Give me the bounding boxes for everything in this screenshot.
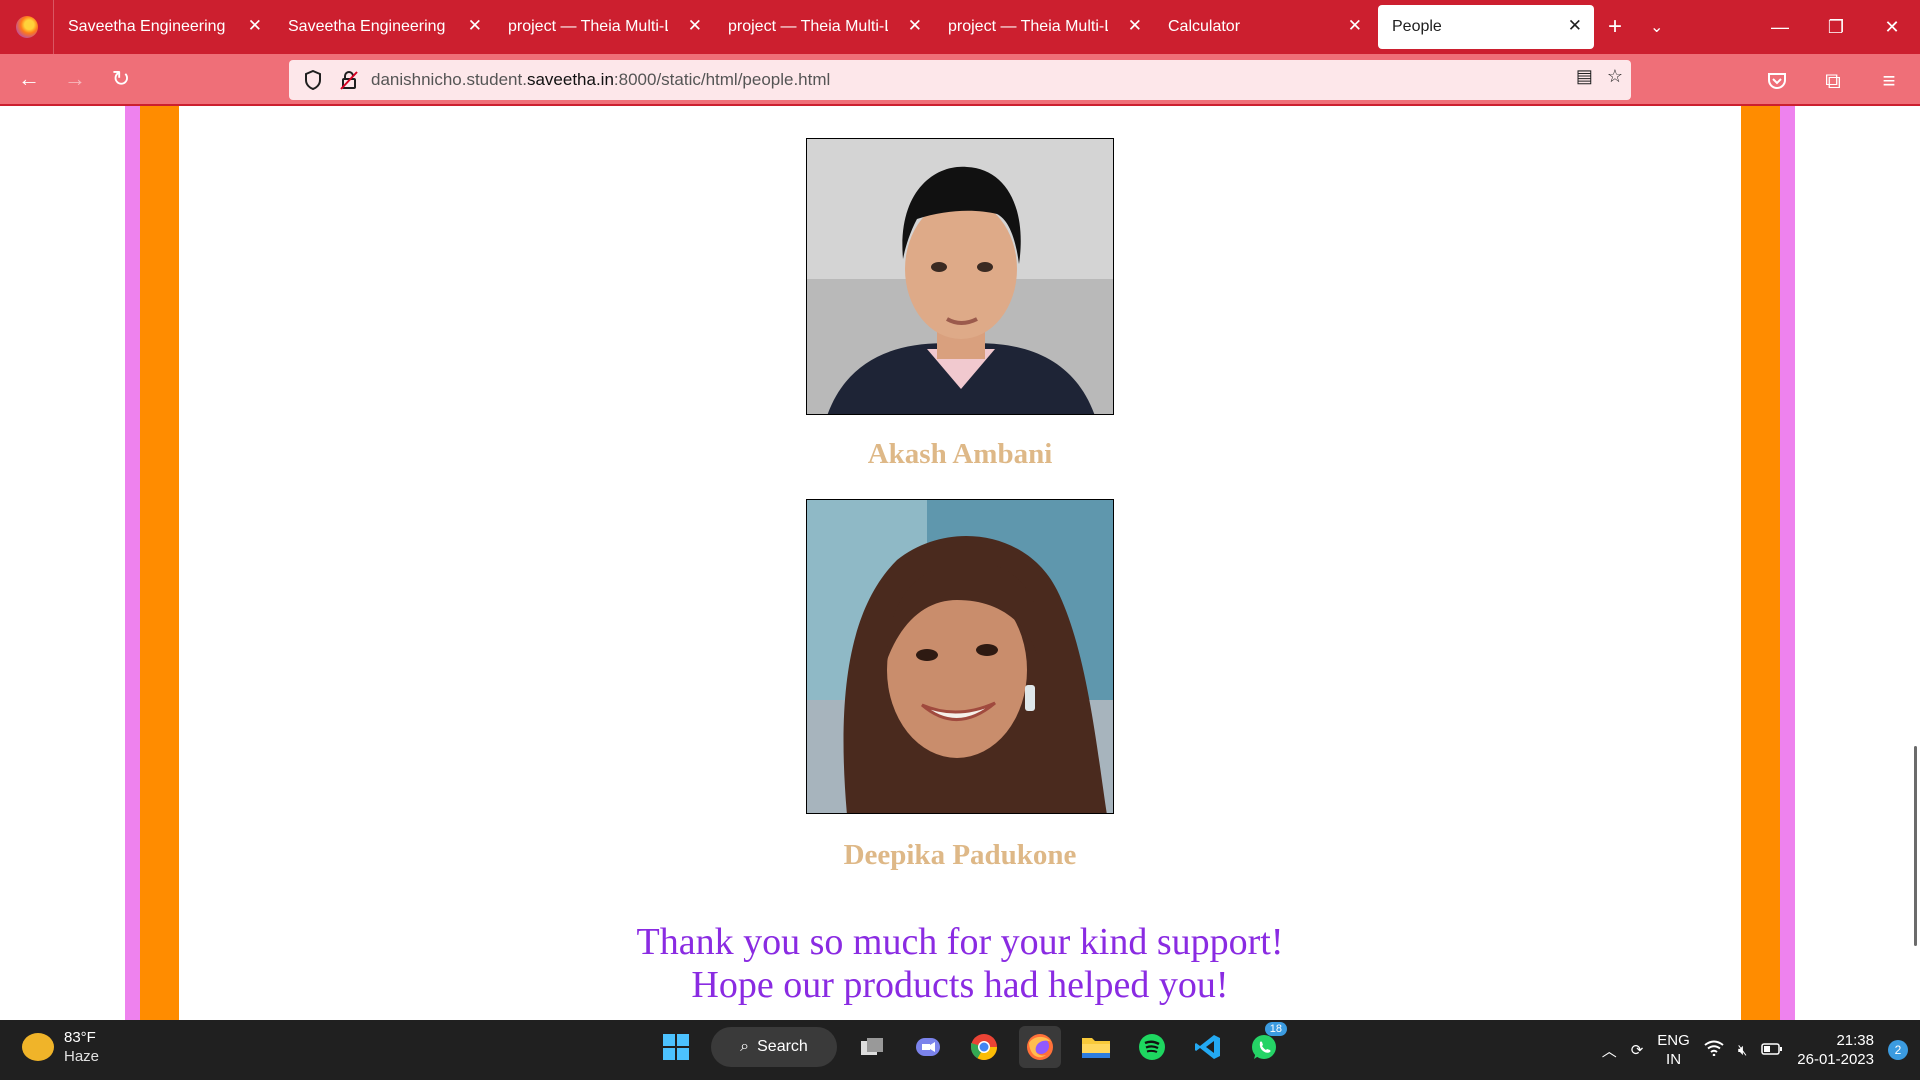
close-tab-icon[interactable]: ✕ (908, 16, 922, 36)
sync-icon[interactable]: ⟳ (1631, 1041, 1644, 1059)
back-icon[interactable]: ← (6, 56, 52, 102)
bookmark-star-icon[interactable]: ☆ (1607, 66, 1623, 87)
left-orange-border (140, 106, 179, 1020)
tab-title: project — Theia Multi-Language (948, 18, 1108, 35)
tab-title: People (1392, 18, 1442, 35)
chrome-icon[interactable] (963, 1026, 1005, 1068)
menu-icon[interactable]: ≡ (1866, 58, 1912, 104)
list-all-tabs-icon[interactable]: ⌄ (1650, 17, 1663, 37)
close-tab-icon[interactable]: ✕ (1568, 16, 1582, 36)
windows-start-icon[interactable] (655, 1026, 697, 1068)
clock-time: 21:38 (1836, 1032, 1874, 1049)
thanks-message-line-2: Hope our products had helped you! (691, 964, 1229, 1006)
tab-title: project — Theia Multi-Language (508, 18, 668, 35)
tab-saveetha-2[interactable]: Saveetha Engineering College ✕ (274, 0, 494, 54)
forward-icon[interactable]: → (52, 56, 98, 102)
whatsapp-unread-badge: 18 (1264, 1022, 1287, 1036)
tab-title: project — Theia Multi-Language (728, 18, 888, 35)
close-tab-icon[interactable]: ✕ (1128, 16, 1142, 36)
weather-condition: Haze (64, 1048, 100, 1065)
battery-icon[interactable] (1761, 1042, 1783, 1059)
url-prefix: danishnicho.student. (371, 70, 527, 89)
tab-title: Saveetha Engineering College (68, 18, 228, 35)
url-domain: saveetha.in (526, 70, 614, 89)
close-tab-icon[interactable]: ✕ (468, 16, 482, 36)
person-photo-deepika-padukone (806, 499, 1114, 814)
tab-strip: Saveetha Engineering College ✕ Saveetha E… (0, 0, 1920, 54)
search-label: Search (757, 1038, 808, 1055)
tab-title: Calculator (1168, 18, 1241, 35)
task-view-icon[interactable] (851, 1026, 893, 1068)
url-text[interactable]: danishnicho.student.saveetha.in:8000/sta… (371, 70, 830, 90)
page-viewport: Akash Ambani Deepika Padukone Thank you … (0, 106, 1920, 1020)
firefox-logo-icon[interactable] (0, 0, 54, 54)
close-window-icon[interactable]: ✕ (1864, 0, 1920, 54)
url-suffix: :8000/static/html/people.html (613, 70, 831, 89)
wifi-icon[interactable] (1704, 1040, 1724, 1060)
haze-weather-icon (22, 1033, 54, 1061)
person-name: Deepika Padukone (843, 839, 1077, 871)
extensions-icon[interactable]: ⧉ (1810, 58, 1856, 104)
reload-icon[interactable]: ↻ (98, 56, 144, 102)
right-violet-border (1780, 106, 1795, 1020)
language-indicator[interactable]: ENG IN (1657, 1031, 1690, 1069)
teams-chat-icon[interactable] (907, 1026, 949, 1068)
vscode-icon[interactable] (1187, 1026, 1229, 1068)
whatsapp-icon[interactable]: 18 (1243, 1022, 1287, 1068)
spotify-icon[interactable] (1131, 1026, 1173, 1068)
system-clock[interactable]: 21:38 26-01-2023 (1797, 1031, 1874, 1069)
vertical-scrollbar[interactable] (1914, 746, 1917, 946)
taskbar-search-button[interactable]: ⌕ Search (711, 1027, 837, 1067)
notification-count-badge[interactable]: 2 (1888, 1040, 1908, 1060)
shield-icon[interactable] (299, 66, 327, 94)
volume-muted-icon[interactable]: 🔇︎ (1738, 1042, 1747, 1059)
search-icon: ⌕ (740, 1038, 750, 1055)
tab-theia-2[interactable]: project — Theia Multi-Language ✕ (714, 0, 934, 54)
right-orange-border (1741, 106, 1780, 1020)
minimize-icon[interactable]: — (1752, 0, 1808, 54)
tab-calculator[interactable]: Calculator ✕ (1154, 0, 1374, 54)
windows-taskbar: 83°F Haze ⌕ Search 18 ︿ ⟳ ENG IN 🔇︎ 21:3… (0, 1020, 1920, 1080)
reader-view-icon[interactable]: ▤ (1576, 66, 1593, 87)
thanks-message-line-1: Thank you so much for your kind support! (636, 921, 1284, 963)
close-tab-icon[interactable]: ✕ (248, 16, 262, 36)
language-region: IN (1666, 1051, 1682, 1068)
tab-people[interactable]: People ✕ (1378, 5, 1594, 49)
firefox-icon[interactable] (1019, 1026, 1061, 1068)
file-explorer-icon[interactable] (1075, 1026, 1117, 1068)
address-bar[interactable]: danishnicho.student.saveetha.in:8000/sta… (289, 60, 1631, 100)
person-name: Akash Ambani (867, 438, 1053, 470)
tab-title: Saveetha Engineering College (288, 18, 448, 35)
person-photo-akash-ambani (806, 138, 1114, 415)
new-tab-icon[interactable]: + (1608, 13, 1622, 41)
language-code: ENG (1657, 1032, 1690, 1049)
tab-theia-1[interactable]: project — Theia Multi-Language ✕ (494, 0, 714, 54)
tab-saveetha-1[interactable]: Saveetha Engineering College ✕ (54, 0, 274, 54)
close-tab-icon[interactable]: ✕ (688, 16, 702, 36)
navigation-toolbar: ← → ↻ danishnicho.student.saveetha.in:80… (0, 54, 1920, 106)
restore-icon[interactable]: ❐ (1808, 0, 1864, 54)
weather-temperature: 83°F (64, 1029, 96, 1046)
weather-widget[interactable]: 83°F Haze (22, 1028, 99, 1066)
show-hidden-icons-chevron-icon[interactable]: ︿ (1602, 1040, 1617, 1061)
tab-theia-3[interactable]: project — Theia Multi-Language ✕ (934, 0, 1154, 54)
pocket-icon[interactable] (1754, 58, 1800, 104)
close-tab-icon[interactable]: ✕ (1348, 16, 1362, 36)
clock-date: 26-01-2023 (1797, 1051, 1874, 1068)
left-violet-border (125, 106, 140, 1020)
insecure-lock-icon[interactable] (335, 66, 363, 94)
